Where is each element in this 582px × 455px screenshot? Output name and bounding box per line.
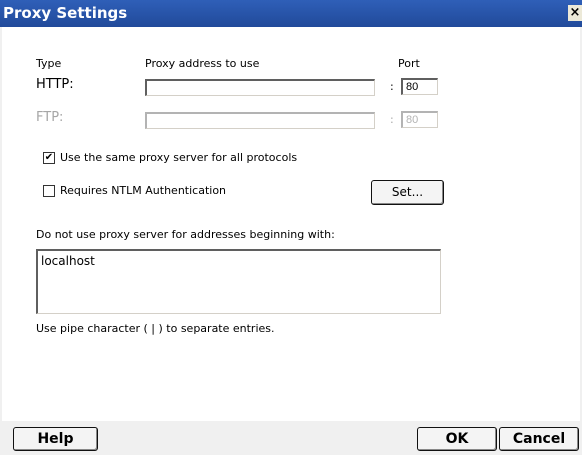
ok-button[interactable]: OK [417, 427, 497, 451]
exclusions-hint: Use pipe character ( | ) to separate ent… [36, 322, 275, 335]
set-button[interactable]: Set... [371, 180, 444, 205]
title-bar: Proxy Settings × [0, 0, 582, 27]
http-port-separator: : [390, 80, 394, 93]
exclusions-textarea[interactable]: localhost [36, 249, 441, 314]
type-column-header: Type [36, 57, 62, 70]
cancel-button[interactable]: Cancel [499, 427, 579, 451]
ftp-port-input[interactable] [401, 111, 438, 128]
same-proxy-label: Use the same proxy server for all protoc… [60, 151, 298, 164]
http-address-input[interactable] [145, 79, 375, 96]
window-title: Proxy Settings [3, 4, 128, 22]
ftp-address-input[interactable] [145, 112, 375, 129]
address-column-header: Proxy address to use [145, 57, 260, 70]
help-button[interactable]: Help [13, 427, 98, 451]
ntlm-checkbox[interactable] [43, 185, 55, 197]
exclusions-label: Do not use proxy server for addresses be… [36, 228, 335, 241]
http-port-input[interactable] [401, 78, 438, 95]
http-label: HTTP: [36, 77, 74, 92]
ftp-label: FTP: [36, 110, 64, 125]
ntlm-label: Requires NTLM Authentication [60, 184, 227, 197]
port-column-header: Port [398, 57, 420, 70]
ftp-port-separator: : [390, 113, 394, 126]
close-icon[interactable]: × [568, 5, 582, 21]
same-proxy-checkbox[interactable]: ✔ [43, 152, 55, 164]
